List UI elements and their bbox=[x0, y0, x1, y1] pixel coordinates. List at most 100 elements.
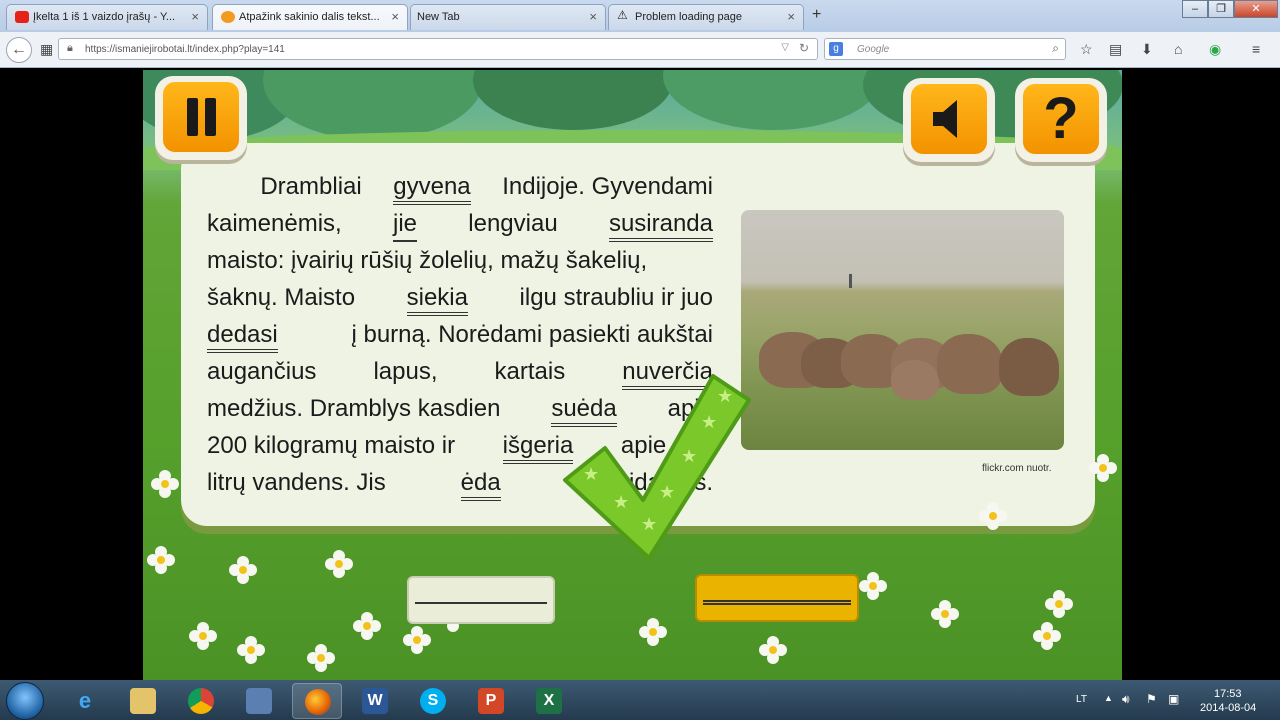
lock-icon: 🔒︎ bbox=[67, 42, 73, 54]
elephant bbox=[999, 338, 1059, 396]
dropdown-icon[interactable]: ▽ bbox=[781, 42, 789, 53]
pause-button[interactable] bbox=[155, 76, 247, 160]
flag-icon[interactable]: ⚑ bbox=[1146, 692, 1157, 706]
underlined-word[interactable]: jie bbox=[392, 205, 417, 242]
story-text-segment: augančius bbox=[207, 358, 317, 385]
photo-credit: flickr.com nuotr. bbox=[982, 463, 1052, 474]
volume-icon[interactable]: 🔊︎ bbox=[1122, 692, 1130, 707]
search-box[interactable]: g Google ⌕ bbox=[824, 38, 1066, 60]
story-text-segment: litrų vandens. Jis bbox=[207, 469, 393, 496]
home-icon[interactable]: ⌂ bbox=[1174, 41, 1182, 57]
svg-text:★: ★ bbox=[659, 482, 675, 502]
start-button[interactable] bbox=[6, 682, 44, 720]
tab-youtube[interactable]: Įkelta 1 iš 1 vaizdo įrašų - Y... × bbox=[6, 4, 208, 30]
excel-icon[interactable]: X bbox=[524, 683, 574, 719]
story-line: kaimenėmis, jie lengviau susiranda bbox=[207, 205, 713, 242]
elephant bbox=[891, 360, 939, 400]
new-tab-button[interactable]: + bbox=[812, 6, 821, 24]
url-bar[interactable]: 🔒︎ https://ismaniejirobotai.lt/index.php… bbox=[58, 38, 818, 60]
double-line-icon bbox=[703, 600, 851, 605]
clock-date[interactable]: 2014-08-04 bbox=[1200, 702, 1256, 714]
tab-label: New Tab bbox=[417, 11, 460, 23]
tray-expand-icon[interactable]: ▲ bbox=[1104, 693, 1113, 703]
story-text-segment: kaimenėmis, bbox=[207, 210, 342, 237]
underlined-word[interactable]: susiranda bbox=[608, 205, 713, 242]
story-line: dedasi į burną. Norėdami pasiekti aukšta… bbox=[207, 316, 713, 353]
story-line: maisto: įvairių rūšių žolelių, mažų šake… bbox=[207, 242, 713, 279]
network-icon[interactable]: ▣ bbox=[1168, 692, 1179, 706]
tab-game[interactable]: Atpažink sakinio dalis tekst... × bbox=[212, 4, 408, 30]
tab-problem[interactable]: ⚠ Problem loading page × bbox=[608, 4, 804, 30]
double-underline-answer-button[interactable] bbox=[695, 574, 859, 622]
story-text-segment: medžius. Dramblys kasdien bbox=[207, 395, 508, 422]
word-icon[interactable]: W bbox=[350, 683, 400, 719]
explorer-icon[interactable] bbox=[118, 683, 168, 719]
grid-icon[interactable]: ▦ bbox=[40, 41, 53, 58]
svg-text:★: ★ bbox=[641, 514, 657, 534]
addon-icon[interactable]: ◉ bbox=[1209, 41, 1221, 58]
firefox-icon[interactable] bbox=[292, 683, 342, 719]
game-canvas: Drambliai gyvena Indijoje. Gyvendami kaim… bbox=[143, 70, 1122, 680]
language-indicator[interactable]: LT bbox=[1076, 694, 1087, 705]
story-text-segment: lengviau bbox=[468, 210, 558, 237]
minimize-button[interactable]: – bbox=[1182, 0, 1208, 18]
underlined-word[interactable]: gyvena bbox=[393, 168, 471, 205]
elephant-photo bbox=[741, 210, 1064, 450]
google-icon[interactable]: g bbox=[829, 42, 843, 56]
download-icon[interactable]: ⬇ bbox=[1141, 41, 1153, 58]
close-icon[interactable]: × bbox=[191, 9, 199, 24]
game-icon bbox=[221, 11, 235, 23]
close-icon[interactable]: × bbox=[589, 9, 597, 24]
underlined-word[interactable]: ėda bbox=[460, 464, 501, 501]
story-text-segment: ilgu straubliu ir juo bbox=[512, 284, 713, 311]
svg-text:★: ★ bbox=[717, 386, 733, 406]
elephant bbox=[937, 334, 1003, 394]
story-text-segment: šaknų. Maisto bbox=[207, 284, 362, 311]
system-tray: LT ▲ 🔊︎ ⚑ ▣ 17:53 2014-08-04 bbox=[1070, 680, 1280, 720]
close-icon[interactable]: × bbox=[787, 9, 795, 24]
story-line: Drambliai gyvena Indijoje. Gyvendami bbox=[207, 168, 713, 205]
tab-new[interactable]: New Tab × bbox=[410, 4, 606, 30]
chrome-icon[interactable] bbox=[176, 683, 226, 719]
skype-icon[interactable]: S bbox=[408, 683, 458, 719]
tree-canopy bbox=[263, 70, 483, 140]
story-text-segment: 200 kilogramų maisto ir bbox=[207, 432, 462, 459]
speaker-icon bbox=[933, 100, 957, 138]
tab-label: Problem loading page bbox=[635, 11, 743, 23]
story-text-segment: lapus, bbox=[373, 358, 438, 385]
check-mark-icon: ★ ★ ★ ★ ★ ★ ★ bbox=[563, 374, 751, 560]
story-text-segment: kartais bbox=[494, 358, 566, 385]
underlined-word[interactable]: dedasi bbox=[207, 316, 278, 353]
save-icon[interactable] bbox=[234, 683, 284, 719]
url-text: https://ismaniejirobotai.lt/index.php?pl… bbox=[85, 44, 285, 55]
svg-text:★: ★ bbox=[701, 412, 717, 432]
menu-icon[interactable]: ≡ bbox=[1252, 41, 1260, 57]
search-icon[interactable]: ⌕ bbox=[1052, 41, 1059, 56]
back-button[interactable]: ← bbox=[6, 37, 32, 63]
pause-icon bbox=[187, 98, 216, 136]
clock-time[interactable]: 17:53 bbox=[1214, 688, 1242, 700]
story-line: šaknų. Maisto siekia ilgu straubliu ir j… bbox=[207, 279, 713, 316]
powerpoint-icon[interactable]: P bbox=[466, 683, 516, 719]
underlined-word[interactable]: siekia bbox=[406, 279, 468, 316]
bookmarks-icon[interactable]: ▤ bbox=[1109, 41, 1122, 58]
svg-text:★: ★ bbox=[681, 446, 697, 466]
close-icon[interactable]: × bbox=[391, 9, 399, 24]
search-placeholder: Google bbox=[857, 44, 890, 55]
restore-button[interactable]: ❐ bbox=[1208, 0, 1234, 18]
tab-strip: Įkelta 1 iš 1 vaizdo įrašų - Y... × Atpa… bbox=[0, 0, 1280, 32]
bookmark-star-icon[interactable]: ☆ bbox=[1080, 41, 1093, 58]
tree-canopy bbox=[473, 70, 673, 130]
warning-icon: ⚠ bbox=[617, 8, 628, 22]
help-button[interactable]: ? bbox=[1015, 78, 1107, 162]
navigation-bar: ← ▦ 🔒︎ https://ismaniejirobotai.lt/index… bbox=[0, 32, 1280, 68]
close-window-button[interactable]: ✕ bbox=[1234, 0, 1278, 18]
reload-icon[interactable]: ↻ bbox=[799, 41, 809, 55]
sound-button[interactable] bbox=[903, 78, 995, 162]
svg-text:★: ★ bbox=[583, 464, 599, 484]
ie-icon[interactable]: e bbox=[60, 683, 110, 719]
story-text-segment: Drambliai bbox=[207, 173, 369, 200]
tab-label: Įkelta 1 iš 1 vaizdo įrašų - Y... bbox=[33, 11, 176, 23]
story-text-segment: Indijoje. Gyvendami bbox=[495, 173, 713, 200]
single-underline-answer-button[interactable] bbox=[407, 576, 555, 624]
